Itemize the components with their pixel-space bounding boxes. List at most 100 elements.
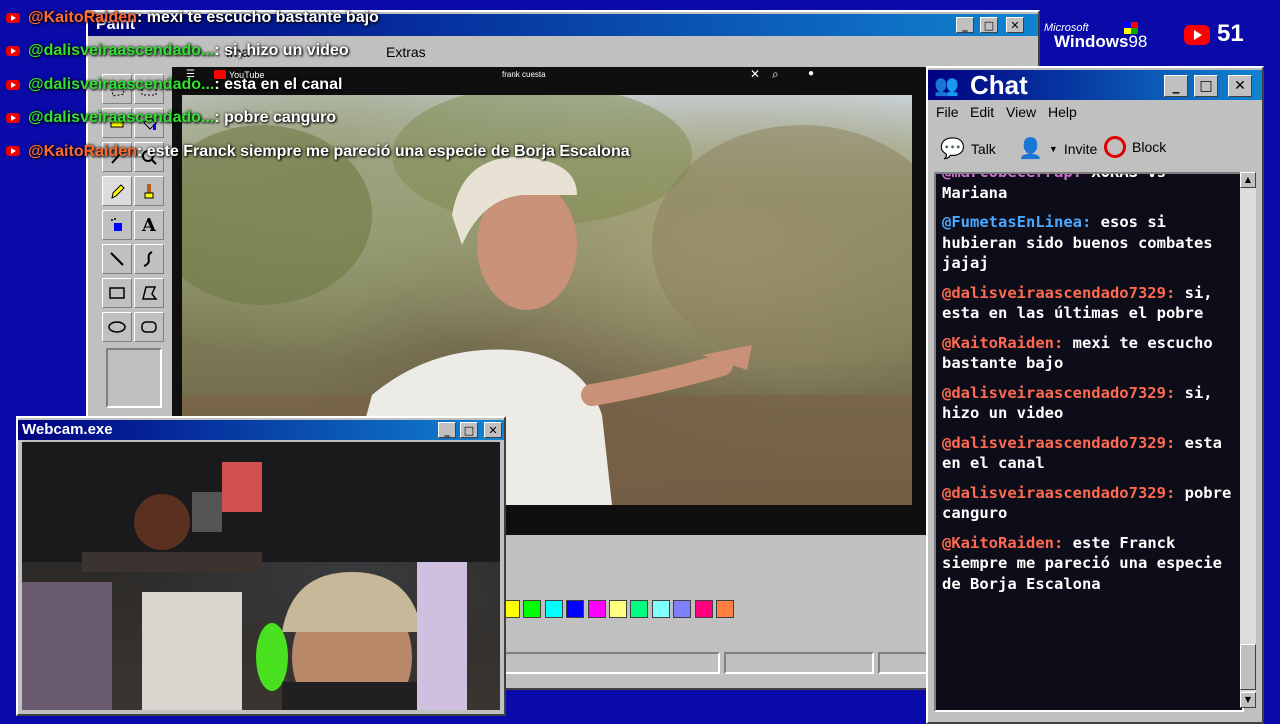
chat-username[interactable]: @dalisveiraascendado7329:	[942, 284, 1175, 302]
menu-edit[interactable]: Edit	[970, 104, 994, 120]
pencil-icon[interactable]	[102, 176, 132, 206]
chat-title: Chat	[970, 70, 1028, 100]
palette-swatch[interactable]	[566, 600, 585, 618]
polygon-icon[interactable]	[134, 278, 164, 308]
clear-search-icon[interactable]: ✕	[750, 67, 760, 81]
block-icon	[1104, 136, 1126, 158]
webcam-scene-art	[22, 442, 500, 710]
youtube-icon	[1184, 25, 1210, 45]
youtube-icon	[6, 146, 20, 157]
overlay-username: @KaitoRaiden	[28, 9, 137, 26]
scroll-up-button[interactable]: ▲	[1240, 172, 1256, 188]
chat-window: 👥 Chat _ □ ✕ File Edit View Help 💬 Talk …	[926, 66, 1264, 724]
menu-file[interactable]: File	[936, 104, 959, 120]
chat-message: @KaitoRaiden: mexi te escucho bastante b…	[942, 333, 1232, 374]
palette-swatch[interactable]	[694, 600, 713, 618]
tool-options[interactable]	[106, 348, 162, 408]
chat-message: @FumetasEnLinea: esos si hubieran sido b…	[942, 212, 1232, 274]
overlay-username: @dalisveiraascendado...	[28, 109, 215, 127]
chat-username[interactable]: @KaitoRaiden:	[942, 334, 1063, 352]
text-icon[interactable]: A	[134, 210, 164, 240]
rectangle-icon[interactable]	[102, 278, 132, 308]
windows-label: Windows	[1054, 32, 1129, 51]
block-label: Block	[1132, 139, 1167, 155]
airbrush-icon[interactable]	[102, 210, 132, 240]
invite-label: Invite	[1063, 140, 1098, 157]
chat-username[interactable]: @KaitoRaiden:	[942, 534, 1063, 552]
chat-message: @KaitoRaiden: este Franck siempre me par…	[942, 533, 1232, 595]
maximize-button[interactable]: □	[1194, 75, 1218, 97]
minimize-button[interactable]: _	[956, 17, 974, 33]
block-button[interactable]: Block	[1104, 136, 1166, 158]
palette-swatch[interactable]	[651, 600, 670, 618]
version-label: 98	[1128, 32, 1148, 51]
talk-button[interactable]: 💬 Talk	[940, 136, 996, 161]
chat-message: @marcobecerrap: XOKAS vs Mariana	[942, 174, 1232, 203]
chat-scrollbar[interactable]: ▲ ▼	[1240, 172, 1256, 708]
chat-message: @dalisveiraascendado7329: si, hizo un vi…	[942, 383, 1232, 424]
close-button[interactable]: ✕	[1228, 75, 1252, 97]
chat-message: @dalisveiraascendado7329: si, esta en la…	[942, 283, 1232, 324]
minimize-button[interactable]: _	[438, 422, 456, 438]
overlay-text: : este Franck siempre me pareció una esp…	[136, 142, 630, 160]
maximize-button[interactable]: □	[980, 17, 998, 33]
windows98-logo: Microsoft Windows98	[1044, 22, 1147, 50]
microphone-icon[interactable]: ●	[808, 68, 814, 79]
curve-icon[interactable]	[134, 244, 164, 274]
chat-log[interactable]: @marcobecerrap: XOKAS vs Mariana @Fumetas…	[934, 172, 1244, 712]
overlay-text: : mexi te escucho bastante bajo	[136, 9, 379, 26]
chat-titlebar[interactable]: 👥 Chat _ □ ✕	[928, 70, 1262, 100]
overlay-chat-line: @dalisveiraascendado...: esta en el cana…	[6, 76, 342, 94]
chat-username[interactable]: @dalisveiraascendado7329:	[942, 484, 1175, 502]
overlay-chat-line: @dalisveiraascendado...: pobre canguro	[6, 109, 336, 127]
palette-swatch[interactable]	[544, 600, 563, 618]
search-icon[interactable]: ⌕	[772, 67, 779, 82]
youtube-icon	[6, 46, 20, 57]
msn-people-icon: 👥	[934, 75, 959, 97]
overlay-text: : esta en el canal	[214, 75, 343, 93]
viewer-count: 51	[1217, 20, 1244, 47]
palette-swatch[interactable]	[630, 600, 649, 618]
chat-username[interactable]: @FumetasEnLinea:	[942, 213, 1091, 231]
overlay-chat-line: @KaitoRaiden: mexi te escucho bastante b…	[6, 9, 379, 27]
close-button[interactable]: ✕	[1006, 17, 1024, 33]
overlay-text: : si, hizo un video	[214, 42, 349, 60]
invite-button[interactable]: 👤 ▼ Invite	[1018, 136, 1097, 161]
overlay-chat-line: @dalisveiraascendado...: si, hizo un vid…	[6, 42, 349, 60]
scroll-thumb[interactable]	[1240, 644, 1256, 690]
chat-username[interactable]: @dalisveiraascendado7329:	[942, 434, 1175, 452]
palette-swatch[interactable]	[716, 600, 734, 618]
chat-username[interactable]: @marcobecerrap:	[942, 174, 1082, 181]
webcam-feed	[22, 442, 500, 710]
palette-swatch[interactable]	[587, 600, 606, 618]
scroll-down-button[interactable]: ▼	[1240, 692, 1256, 708]
windows-flag-icon	[1124, 22, 1138, 34]
search-input[interactable]: frank cuesta	[502, 70, 546, 79]
overlay-username: @dalisveiraascendado...	[28, 75, 215, 93]
ellipse-icon[interactable]	[102, 312, 132, 342]
menu-extras[interactable]: Extras	[386, 44, 426, 60]
youtube-icon	[6, 12, 20, 23]
dropdown-arrow-icon[interactable]: ▼	[1049, 144, 1058, 154]
maximize-button[interactable]: □	[460, 422, 478, 438]
talk-label: Talk	[970, 140, 996, 157]
status-cell	[500, 652, 720, 674]
minimize-button[interactable]: _	[1164, 75, 1188, 97]
rounded-rect-icon[interactable]	[134, 312, 164, 342]
palette-swatch[interactable]	[523, 600, 542, 618]
overlay-chat-line: @KaitoRaiden: este Franck siempre me par…	[6, 143, 630, 161]
chat-username[interactable]: @dalisveiraascendado7329:	[942, 384, 1175, 402]
chat-messages: @marcobecerrap: XOKAS vs Mariana @Fumetas…	[936, 174, 1236, 603]
palette-swatch[interactable]	[673, 600, 692, 618]
chat-message: @dalisveiraascendado7329: esta en el can…	[942, 433, 1232, 474]
menu-help[interactable]: Help	[1048, 104, 1077, 120]
palette-swatch[interactable]	[609, 600, 627, 618]
line-icon[interactable]	[102, 244, 132, 274]
webcam-window: Webcam.exe _ □ ✕	[16, 416, 506, 716]
webcam-titlebar[interactable]: Webcam.exe _ □ ✕	[18, 420, 504, 440]
youtube-icon	[6, 112, 20, 123]
invite-icon: 👤	[1018, 138, 1043, 160]
brush-icon[interactable]	[134, 176, 164, 206]
close-button[interactable]: ✕	[484, 422, 502, 438]
menu-view[interactable]: View	[1006, 104, 1036, 120]
